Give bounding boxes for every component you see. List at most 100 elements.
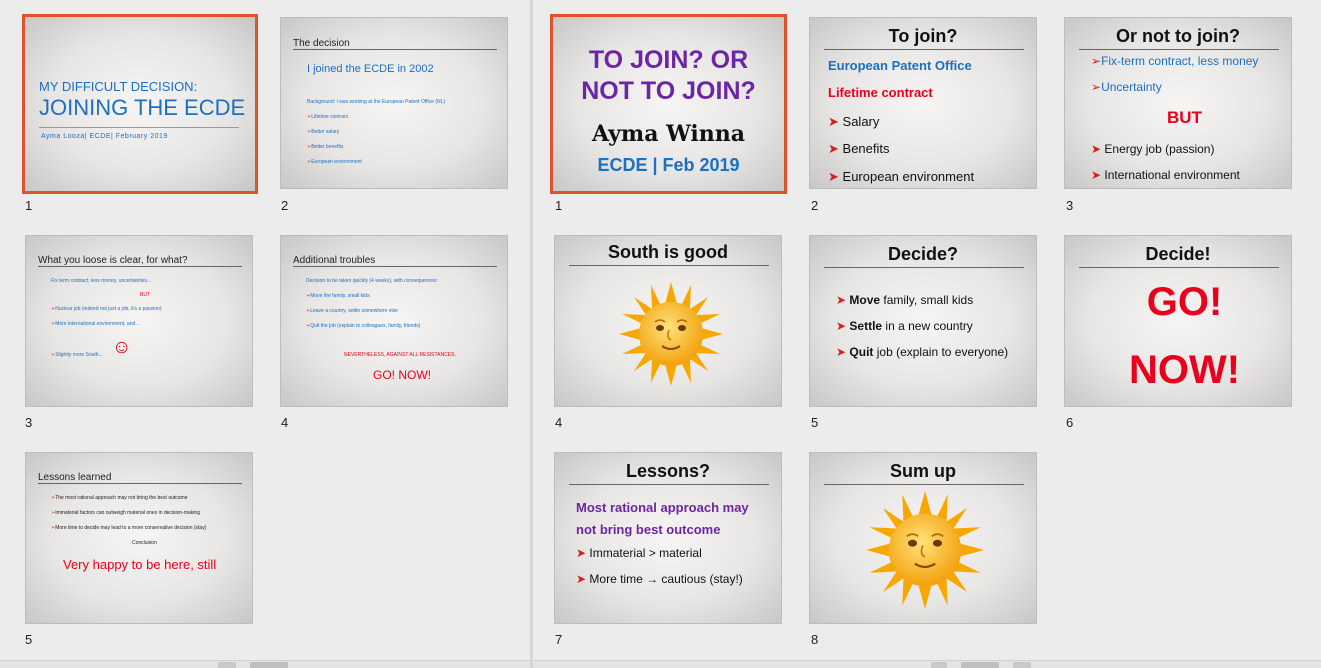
slide-heading: To join?: [888, 26, 958, 46]
author-name: Ayma Winna: [591, 121, 746, 147]
view-button[interactable]: [931, 662, 947, 668]
slide-thumbnail[interactable]: Lessons? Most rational approach may not …: [554, 452, 782, 624]
view-button[interactable]: [218, 662, 236, 668]
bullet-item: ➢Move the family, small kids: [306, 293, 370, 299]
slide-thumbnail[interactable]: Decide! GO! NOW!: [1064, 235, 1292, 407]
now-text: NOW!: [1128, 348, 1241, 392]
divider: [824, 49, 1024, 50]
slide-heading: Lessons?: [625, 461, 711, 481]
divider: [1079, 267, 1279, 268]
bullet-item: ➤ Move family, small kids: [836, 293, 974, 307]
slide-text: Lifetime contract: [828, 85, 933, 100]
view-button[interactable]: [961, 662, 999, 668]
but-label: BUT: [1167, 108, 1202, 127]
divider: [38, 266, 242, 267]
slide-text: European Patent Office: [828, 58, 972, 73]
bullet-item: ➢Better benefits: [307, 144, 344, 150]
bullet-item: ➤ More time → cautious (stay!): [576, 572, 743, 586]
bullet-item: ➢Slightly more South...: [51, 352, 103, 358]
slide-text: Fix term contract, less money, uncertain…: [51, 278, 152, 284]
slide-title: TO JOIN? OR NOT TO JOIN?: [581, 46, 756, 105]
bullet-item: ➤ Quit job (explain to everyone): [836, 345, 1009, 359]
slide-thumbnail[interactable]: The decision I joined the ECDE in 2002 B…: [280, 17, 508, 189]
divider: [293, 49, 497, 50]
divider: [824, 484, 1024, 485]
bullet-item: ➤ Salary: [828, 114, 880, 129]
bullet-item: ➢Immaterial factors can outweigh materia…: [51, 510, 200, 516]
slide-headline: I joined the ECDE in 2002: [307, 63, 434, 75]
go-text: GO!: [1146, 280, 1223, 324]
slide-number: 5: [25, 632, 33, 647]
slide-number: 3: [25, 415, 33, 430]
divider: [569, 484, 769, 485]
slide-title-small: MY DIFFICULT DECISION:: [39, 79, 198, 94]
bullet-item: ➤ Settle in a new country: [836, 319, 973, 333]
bullet-item: ➢Leave a country, settle somewhere else: [306, 308, 398, 314]
divider: [1079, 49, 1279, 50]
divider: [39, 127, 239, 128]
slide-heading: Lessons learned: [38, 472, 112, 483]
slide-number: 5: [811, 415, 819, 430]
slide-heading: Or not to join?: [1116, 26, 1240, 46]
slide-number: 8: [811, 632, 819, 647]
slide-number: 1: [555, 198, 563, 213]
slide-heading: Decide?: [887, 244, 959, 264]
bullet-item: ➢Uncertainty: [1091, 80, 1162, 94]
status-bar: [0, 660, 530, 668]
sun-icon: [619, 282, 723, 386]
slide-number: 4: [281, 415, 289, 430]
slide-text: Most rational approach may not bring bes…: [576, 500, 749, 537]
slide-text: NEVERTHELESS, AGAINST ALL RESISTANCES,: [344, 352, 456, 358]
divider: [569, 265, 769, 266]
view-button[interactable]: [1013, 662, 1031, 668]
divider: [38, 483, 242, 484]
bullet-item: ➤ Immaterial > material: [576, 546, 702, 560]
bullet-item: ➢Better salary: [307, 129, 340, 135]
slide-number: 2: [281, 198, 289, 213]
happy-text: Very happy to be here, still: [63, 557, 217, 572]
slide-heading: Sum up: [890, 461, 956, 481]
slide-title: JOINING THE ECDE: [39, 95, 246, 120]
bullet-item: ➢Quit the job (explain to colleagues, fa…: [306, 323, 421, 329]
slide-thumbnail[interactable]: Sum up: [809, 452, 1037, 624]
bullet-item: ➤ International environment: [1091, 168, 1240, 182]
right-slide-sorter[interactable]: TO JOIN? OR NOT TO JOIN? Ayma Winna ECDE…: [533, 0, 1321, 668]
slide-number: 6: [1066, 415, 1074, 430]
slide-heading: The decision: [293, 38, 350, 49]
slide-text: Decision to be taken quickly (4 weeks), …: [306, 278, 438, 284]
bullet-item: ➤ Energy job (passion): [1091, 142, 1215, 156]
left-slide-sorter[interactable]: MY DIFFICULT DECISION: JOINING THE ECDE …: [0, 0, 530, 668]
view-button[interactable]: [250, 662, 288, 668]
slide-heading: Additional troubles: [293, 255, 376, 266]
bullet-item: ➢The most rational approach may not brin…: [51, 495, 188, 501]
status-bar: [533, 660, 1321, 668]
slide-thumbnail[interactable]: Lessons learned ➢The most rational appro…: [25, 452, 253, 624]
slide-number: 3: [1066, 198, 1074, 213]
bullet-item: ➢More international environment, and...: [51, 321, 140, 327]
slide-thumbnail[interactable]: South is good: [554, 235, 782, 407]
slide-thumbnail[interactable]: TO JOIN? OR NOT TO JOIN? Ayma Winna ECDE…: [550, 14, 787, 194]
sun-icon: [866, 491, 984, 609]
bullet-item: ➤ European environment: [828, 169, 975, 184]
slide-thumbnail[interactable]: Or not to join? ➢Fix-term contract, less…: [1064, 17, 1292, 189]
but-label: BUT: [140, 292, 150, 298]
slide-heading: What you loose is clear, for what?: [38, 255, 188, 266]
slide-number: 1: [25, 198, 33, 213]
smiley-icon: ☺: [112, 337, 132, 358]
slide-heading: Decide!: [1145, 244, 1211, 264]
bullet-item: ➢Lifetime contract: [307, 114, 348, 120]
divider: [293, 266, 497, 267]
slide-thumbnail[interactable]: What you loose is clear, for what? Fix t…: [25, 235, 253, 407]
slide-thumbnail[interactable]: To join? European Patent Office Lifetime…: [809, 17, 1037, 189]
slide-number: 2: [811, 198, 819, 213]
slide-text: Background: I was working at the Europea…: [307, 99, 446, 105]
go-now-text: GO! NOW!: [373, 368, 431, 382]
bullet-item: ➢European environment: [307, 159, 362, 165]
slide-number: 4: [555, 415, 563, 430]
bullet-item: ➢Fix-term contract, less money: [1091, 54, 1259, 68]
slide-thumbnail[interactable]: Decide? ➤ Move family, small kids ➤ Sett…: [809, 235, 1037, 407]
slide-heading: South is good: [608, 242, 728, 262]
slide-thumbnail[interactable]: Additional troubles Decision to be taken…: [280, 235, 508, 407]
org-date: ECDE | Feb 2019: [597, 155, 740, 175]
slide-thumbnail[interactable]: MY DIFFICULT DECISION: JOINING THE ECDE …: [22, 14, 258, 194]
